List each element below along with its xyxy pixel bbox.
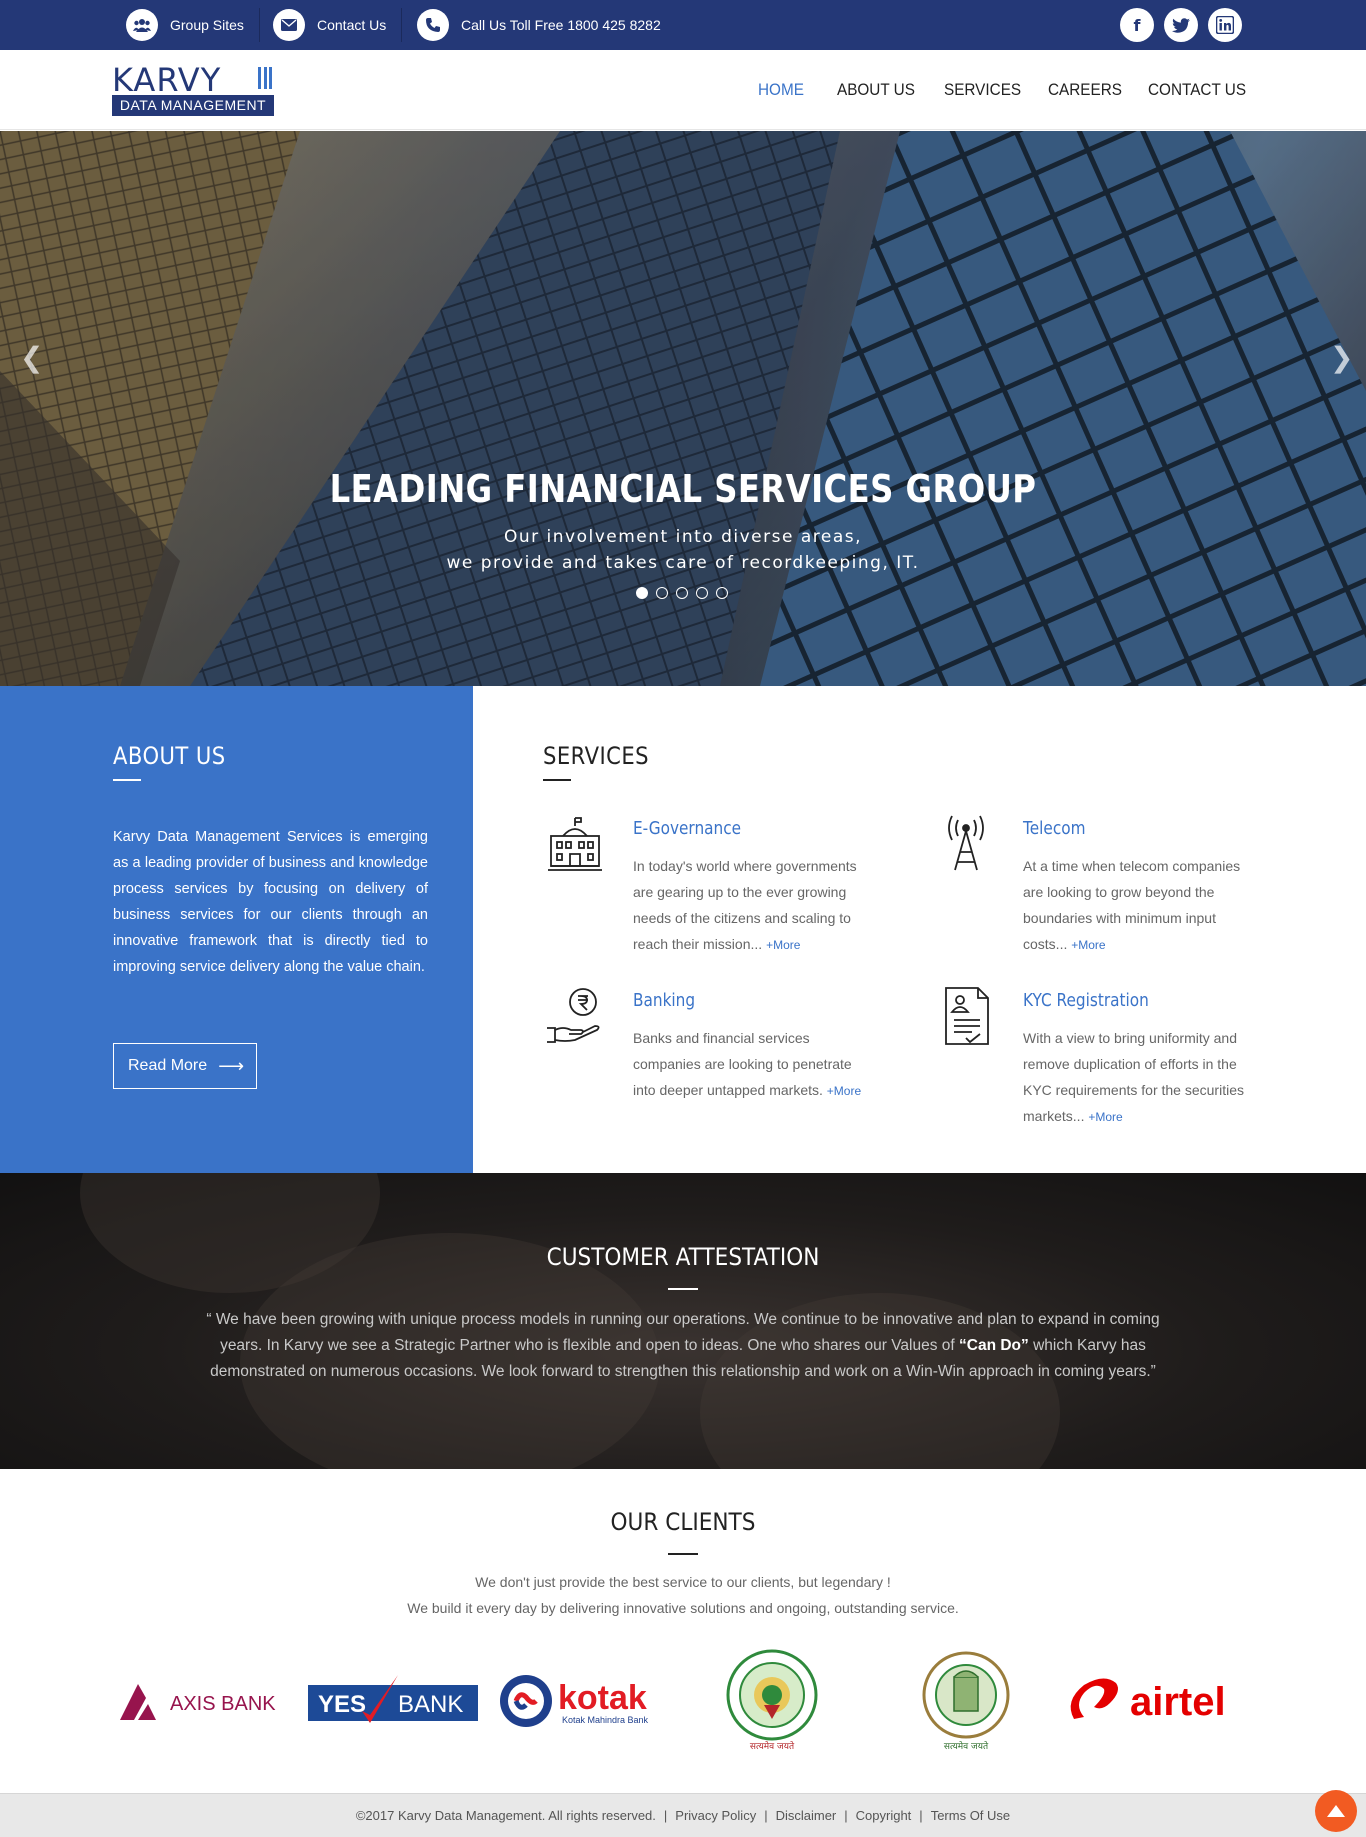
read-more-button[interactable]: Read More ⟶: [113, 1043, 257, 1089]
nav-careers[interactable]: CAREERS: [1048, 50, 1122, 130]
about-title-underline: [113, 779, 141, 781]
service-description: At a time when telecom companies are loo…: [1023, 858, 1241, 952]
nav-home[interactable]: HOME: [758, 50, 804, 130]
rupee-hand-icon: [545, 986, 605, 1046]
svg-text:kotak: kotak: [558, 1679, 647, 1717]
karvy-logo[interactable]: KARVY DATA MANAGEMENT: [112, 64, 274, 116]
top-bar: Group Sites Contact Us Call Us Toll Free…: [0, 0, 1366, 50]
service-title[interactable]: E-Governance: [633, 818, 837, 839]
contact-us-label: Contact Us: [317, 17, 387, 33]
service-e-governance: E-Governance In today's world where gove…: [633, 818, 873, 958]
service-title[interactable]: Telecom: [1023, 818, 1227, 839]
more-link[interactable]: +More: [1071, 938, 1105, 952]
kyc-document-icon: [936, 986, 996, 1046]
services-title-underline: [543, 779, 571, 781]
testimonial-title-underline: [668, 1288, 698, 1290]
previous-slide-icon[interactable]: ❮: [20, 341, 43, 374]
service-description: In today's world where governments are g…: [633, 858, 857, 952]
telecom-tower-icon: [936, 814, 996, 874]
group-sites-link[interactable]: Group Sites: [126, 0, 244, 50]
service-description: With a view to bring uniformity and remo…: [1023, 1030, 1244, 1124]
svg-text:BANK: BANK: [398, 1691, 463, 1718]
service-title[interactable]: Banking: [633, 990, 837, 1011]
clients-subtitle-line1: We don't just provide the best service t…: [475, 1574, 891, 1590]
footer-link-privacy-policy[interactable]: Privacy Policy: [675, 1808, 756, 1823]
envelope-icon: [273, 9, 305, 41]
caret-up-icon: [1327, 1805, 1345, 1817]
axis-bank-logo[interactable]: AXIS BANK: [116, 1646, 290, 1756]
svg-text:Kotak Mahindra Bank: Kotak Mahindra Bank: [562, 1715, 649, 1725]
svg-text:YES: YES: [318, 1691, 366, 1718]
copyright-text: ©2017 Karvy Data Management. All rights …: [355, 1808, 656, 1823]
site-footer: ©2017 Karvy Data Management. All rights …: [0, 1793, 1366, 1837]
hero-subtitle-line2: we provide and takes care of recordkeepi…: [446, 553, 920, 573]
hero-subtitle-line1: Our involvement into diverse areas,: [504, 527, 862, 547]
hero-slider: ❮ ❯ LEADING FINANCIAL SERVICES GROUP Our…: [0, 131, 1366, 686]
yes-bank-logo[interactable]: YES BANK: [306, 1646, 480, 1756]
contact-us-link[interactable]: Contact Us: [273, 0, 386, 50]
service-title[interactable]: KYC Registration: [1023, 990, 1227, 1011]
footer-link-disclaimer[interactable]: Disclaimer: [776, 1808, 837, 1823]
clients-title-underline: [668, 1553, 698, 1555]
clients-subtitle-line2: We build it every day by delivering inno…: [407, 1600, 959, 1616]
arrow-right-icon: ⟶: [218, 1056, 244, 1077]
footer-link-copyright[interactable]: Copyright: [856, 1808, 912, 1823]
logo-tagline: DATA MANAGEMENT: [112, 95, 274, 116]
back-to-top-button[interactable]: [1315, 1790, 1357, 1832]
toll-free-label: Call Us Toll Free 1800 425 8282: [461, 17, 661, 33]
testimonial-title: CUSTOMER ATTESTATION: [546, 1243, 820, 1271]
hero-title: LEADING FINANCIAL SERVICES GROUP: [329, 467, 1037, 511]
kotak-logo[interactable]: kotak Kotak Mahindra Bank: [496, 1646, 670, 1756]
service-telecom: Telecom At a time when telecom companies…: [1023, 818, 1263, 958]
slide-dot[interactable]: [636, 587, 648, 599]
svg-text:airtel: airtel: [1130, 1680, 1226, 1724]
about-text: Karvy Data Management Services is emergi…: [113, 829, 428, 975]
more-link[interactable]: +More: [1088, 1110, 1122, 1124]
more-link[interactable]: +More: [827, 1084, 861, 1098]
andhra-pradesh-government-seal[interactable]: सत्यमेव जयते: [720, 1646, 824, 1756]
divider: [401, 8, 402, 42]
about-title: ABOUT US: [113, 742, 226, 770]
slide-dot[interactable]: [716, 587, 728, 599]
service-description: Banks and financial services companies a…: [633, 1030, 862, 1098]
footer-link-terms-of-use[interactable]: Terms Of Use: [931, 1808, 1010, 1823]
svg-text:AXIS BANK: AXIS BANK: [170, 1693, 276, 1715]
next-slide-icon[interactable]: ❯: [1330, 341, 1353, 374]
service-banking: Banking Banks and financial services com…: [633, 990, 873, 1104]
clients-title: OUR CLIENTS: [610, 1508, 756, 1536]
service-kyc-registration: KYC Registration With a view to bring un…: [1023, 990, 1263, 1130]
slide-dot[interactable]: [656, 587, 668, 599]
services-section: SERVICES E-Governance In today's world w…: [473, 686, 1366, 1173]
slide-indicators: [636, 587, 728, 599]
logo-bars: [258, 67, 272, 89]
toll-free-info: Call Us Toll Free 1800 425 8282: [417, 0, 661, 50]
twitter-icon[interactable]: [1164, 8, 1198, 42]
divider: [259, 8, 260, 42]
more-link[interactable]: +More: [766, 938, 800, 952]
slide-dot[interactable]: [696, 587, 708, 599]
nav-services[interactable]: SERVICES: [944, 50, 1021, 130]
site-header: KARVY DATA MANAGEMENT HOME ABOUT US SERV…: [0, 50, 1366, 130]
users-icon: [126, 9, 158, 41]
linkedin-icon[interactable]: [1208, 8, 1242, 42]
svg-text:सत्यमेव जयते: सत्यमेव जयते: [750, 1740, 795, 1752]
phone-icon: [417, 9, 449, 41]
group-sites-label: Group Sites: [170, 17, 244, 33]
nav-contact-us[interactable]: CONTACT US: [1148, 50, 1246, 130]
about-section: ABOUT US Karvy Data Management Services …: [0, 686, 473, 1173]
svg-text:सत्यमेव जयते: सत्यमेव जयते: [944, 1740, 989, 1752]
services-title: SERVICES: [543, 742, 649, 770]
airtel-logo[interactable]: airtel: [1064, 1646, 1244, 1756]
logo-brand: KARVY: [112, 61, 222, 99]
skyscrapers-image: [0, 131, 1366, 686]
customer-attestation-section: CUSTOMER ATTESTATION “ We have been grow…: [0, 1173, 1366, 1469]
read-more-label: Read More: [128, 1057, 208, 1074]
telangana-government-seal[interactable]: सत्यमेव जयते: [914, 1646, 1018, 1756]
nav-about-us[interactable]: ABOUT US: [837, 50, 915, 130]
slide-dot[interactable]: [676, 587, 688, 599]
facebook-icon[interactable]: f: [1120, 8, 1154, 42]
testimonial-quote: “ We have been growing with unique proce…: [206, 1311, 1160, 1380]
government-building-icon: [545, 814, 605, 874]
